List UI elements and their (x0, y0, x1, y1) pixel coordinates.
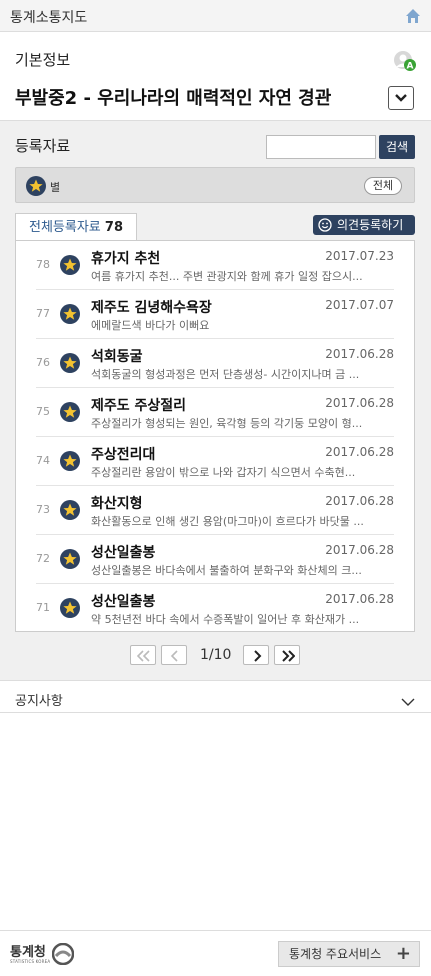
item-title: 석회동굴 (91, 349, 143, 365)
home-icon[interactable] (405, 8, 421, 24)
star-icon (60, 353, 80, 373)
tab-label: 전체등록자료 (29, 220, 101, 235)
statistics-korea-logo[interactable]: 통계청 STATISTICS KOREA (10, 941, 76, 971)
list-item[interactable]: 77 제주도 김녕해수욕장 2017.07.07 에메랄드색 바다가 이뻐요 (36, 290, 394, 339)
star-icon (60, 549, 80, 569)
registration-section: 등록자료 검색 별 전체 전체등록자료 78 의견등록하기 78 휴가지 추천 … (0, 120, 431, 680)
top-bar: 통계소통지도 (0, 0, 431, 32)
pagination: 1/10 (130, 645, 330, 667)
item-date: 2017.06.28 (325, 396, 394, 410)
list-item[interactable]: 75 제주도 주상절리 2017.06.28 주상절리가 형성되는 원인, 육각… (36, 388, 394, 437)
item-title: 휴가지 추천 (91, 251, 161, 267)
map-title: 부발중2 - 우리나라의 매력적인 자연 경관 (15, 88, 332, 109)
chevron-right-icon (254, 650, 262, 662)
item-number: 74 (36, 454, 50, 467)
smile-icon (318, 218, 332, 232)
map-dropdown-button[interactable] (388, 86, 414, 110)
item-number: 72 (36, 552, 50, 565)
search-input[interactable] (266, 135, 376, 159)
first-page-button[interactable] (130, 645, 156, 665)
list-item[interactable]: 76 석회동굴 2017.06.28 석회동굴의 형성과정은 먼저 단층생성- … (36, 339, 394, 388)
double-chevron-left-icon (137, 650, 150, 662)
star-icon (60, 451, 80, 471)
last-page-button[interactable] (274, 645, 300, 665)
logo-text: 통계청 (10, 945, 46, 960)
item-description: 화산활동으로 인해 생긴 용암(마그마)이 흐르다가 바닷물 ... (91, 515, 364, 528)
chevron-left-icon (170, 650, 178, 662)
item-title: 성산일출봉 (91, 594, 156, 610)
item-date: 2017.07.07 (325, 298, 394, 312)
app-title: 통계소통지도 (10, 10, 88, 26)
item-title: 화산지형 (91, 496, 143, 512)
star-icon (60, 598, 80, 618)
chevron-down-icon (401, 692, 415, 706)
main-services-label: 통계청 주요서비스 (289, 947, 382, 961)
item-date: 2017.06.28 (325, 494, 394, 508)
item-number: 75 (36, 405, 50, 418)
item-number: 77 (36, 307, 50, 320)
list-item[interactable]: 74 주상전리대 2017.06.28 주상절리란 용암이 밖으로 나와 갑자기… (36, 437, 394, 486)
item-date: 2017.06.28 (325, 445, 394, 459)
tab-count: 78 (104, 220, 123, 235)
item-title: 성산일출봉 (91, 545, 156, 561)
logo-emblem-icon (52, 943, 74, 965)
main-services-button[interactable]: 통계청 주요서비스 + (278, 941, 420, 967)
page-indicator: 1/10 (200, 647, 232, 663)
item-description: 에메랄드색 바다가 이뻐요 (91, 319, 210, 332)
chevron-down-icon (395, 94, 407, 102)
item-description: 석회동굴의 형성과정은 먼저 단층생성- 시간이지나며 금 ... (91, 368, 360, 381)
item-number: 78 (36, 258, 50, 271)
list-item[interactable]: 78 휴가지 추천 2017.07.23 여름 휴가지 추천... 주변 관광지… (36, 241, 394, 290)
item-date: 2017.06.28 (325, 592, 394, 606)
registration-label: 등록자료 (15, 137, 71, 155)
list-item[interactable]: 73 화산지형 2017.06.28 화산활동으로 인해 생긴 용암(마그마)이… (36, 486, 394, 535)
avatar-badge-icon[interactable]: A (393, 50, 417, 74)
item-number: 73 (36, 503, 50, 516)
basic-info-label: 기본정보 (15, 51, 71, 69)
star-icon (60, 304, 80, 324)
item-title: 제주도 주상절리 (91, 398, 187, 414)
list-item[interactable]: 71 성산일출봉 2017.06.28 약 5천년전 바다 속에서 수증폭발이 … (36, 584, 394, 633)
svg-text:A: A (407, 62, 414, 72)
basic-info-section: 기본정보 A 부발중2 - 우리나라의 매력적인 자연 경관 (0, 32, 431, 120)
prev-page-button[interactable] (161, 645, 187, 665)
star-icon[interactable] (26, 176, 46, 196)
register-opinion-button[interactable]: 의견등록하기 (313, 215, 415, 235)
item-description: 성산일출봉은 바다속에서 불출하여 분화구와 화산체의 크... (91, 564, 362, 577)
next-page-button[interactable] (243, 645, 269, 665)
filter-label: 별 (50, 181, 61, 194)
item-date: 2017.06.28 (325, 543, 394, 557)
double-chevron-right-icon (282, 650, 295, 662)
register-opinion-label: 의견등록하기 (337, 218, 404, 232)
item-date: 2017.06.28 (325, 347, 394, 361)
list-item[interactable]: 72 성산일출봉 2017.06.28 성산일출봉은 바다속에서 불출하여 분화… (36, 535, 394, 584)
tab-all-registrations[interactable]: 전체등록자료 78 (15, 213, 137, 241)
item-description: 주상절리가 형성되는 원인, 육각형 등의 각기둥 모양이 형... (91, 417, 363, 430)
item-number: 71 (36, 601, 50, 614)
star-icon (60, 402, 80, 422)
filter-bar: 별 전체 (15, 167, 415, 203)
notice-label: 공지사항 (15, 694, 63, 709)
star-icon (60, 500, 80, 520)
item-description: 주상절리란 용암이 밖으로 나와 갑자기 식으면서 수축현... (91, 466, 356, 479)
item-date: 2017.07.23 (325, 249, 394, 263)
registration-list: 78 휴가지 추천 2017.07.23 여름 휴가지 추천... 주변 관광지… (15, 240, 415, 632)
item-title: 제주도 김녕해수욕장 (91, 300, 212, 316)
item-description: 약 5천년전 바다 속에서 수증폭발이 일어난 후 화산재가 ... (91, 613, 360, 626)
star-icon (60, 255, 80, 275)
item-number: 76 (36, 356, 50, 369)
filter-all-button[interactable]: 전체 (364, 177, 402, 195)
plus-icon: + (395, 943, 411, 964)
footer: 통계청 STATISTICS KOREA 통계청 주요서비스 + (0, 930, 431, 976)
logo-subtext: STATISTICS KOREA (10, 959, 51, 964)
notice-section[interactable]: 공지사항 (0, 680, 431, 713)
search-button[interactable]: 검색 (379, 135, 415, 159)
item-title: 주상전리대 (91, 447, 156, 463)
item-description: 여름 휴가지 추천... 주변 관광지와 함께 휴가 일정 잡으시... (91, 270, 363, 283)
